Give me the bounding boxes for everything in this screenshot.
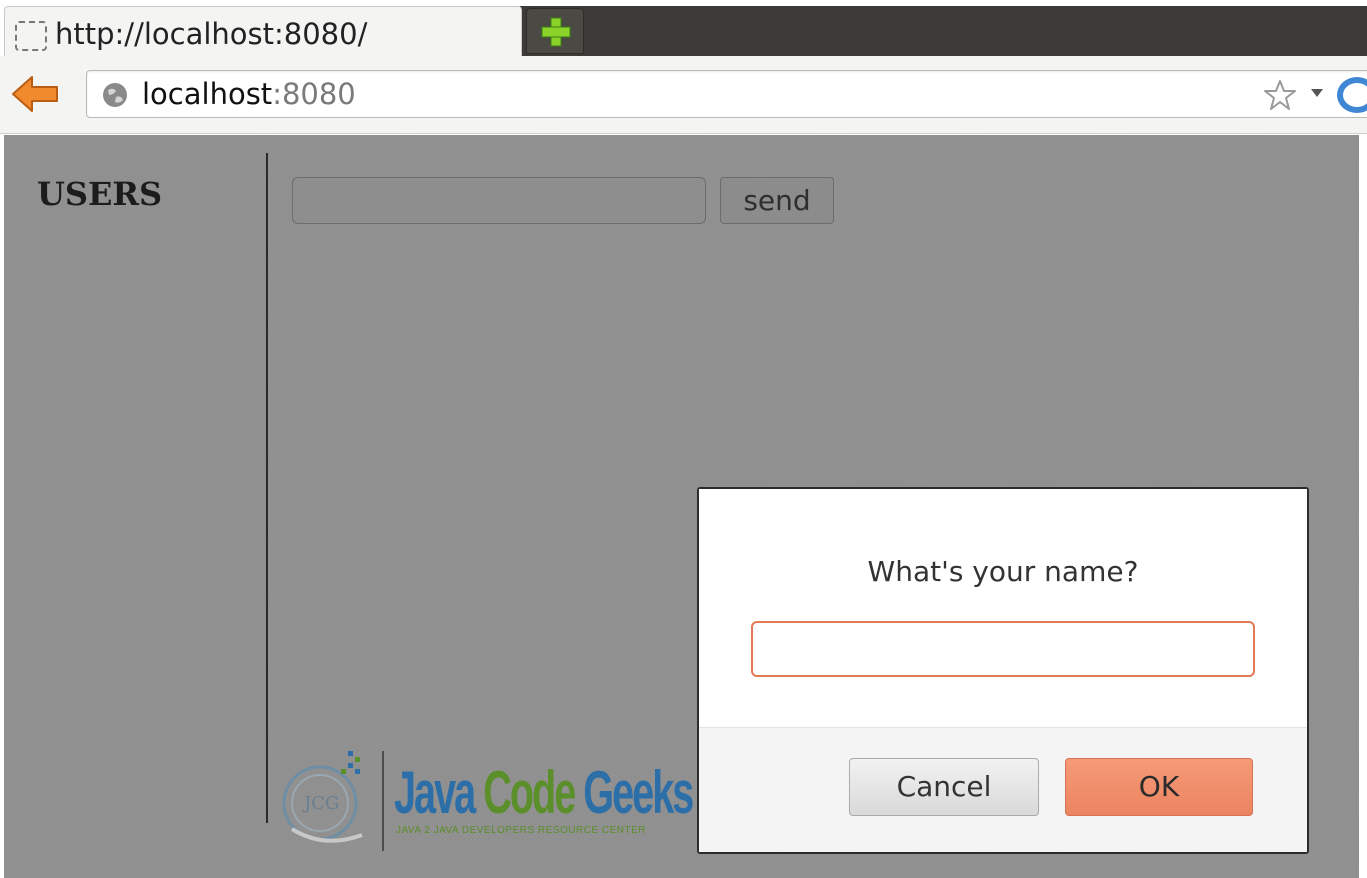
logo-emblem-icon: JCG xyxy=(282,751,363,843)
address-bar[interactable]: localhost:8080 xyxy=(86,70,1367,118)
dialog-footer: Cancel OK xyxy=(699,727,1307,852)
dialog-question: What's your name? xyxy=(867,555,1139,588)
logo-separator xyxy=(382,751,384,851)
name-prompt-dialog: What's your name? Cancel OK xyxy=(697,487,1309,854)
logo-word-java: Java xyxy=(394,759,476,826)
name-input[interactable] xyxy=(751,621,1255,677)
ok-button[interactable]: OK xyxy=(1065,758,1253,816)
globe-icon xyxy=(103,83,127,107)
send-button[interactable]: send xyxy=(720,177,834,224)
dialog-body: What's your name? xyxy=(699,489,1307,727)
browser-toolbar: localhost:8080 xyxy=(0,56,1367,134)
tab-strip: http://localhost:8080/ xyxy=(0,0,1367,56)
watermark-logo: JCG Java Code Geeks JAVA 2 JAVA DEVELOPE… xyxy=(274,735,694,855)
cancel-button[interactable]: Cancel xyxy=(849,758,1039,816)
new-tab-button[interactable] xyxy=(526,8,584,54)
bookmark-star-icon[interactable] xyxy=(1263,79,1297,111)
message-input[interactable] xyxy=(292,177,706,224)
svg-text:JCG: JCG xyxy=(302,793,339,814)
logo-wordmark: Java Code Geeks xyxy=(394,763,694,823)
dropdown-caret-icon[interactable] xyxy=(1309,87,1325,99)
new-tab-icon xyxy=(541,17,571,47)
tab-title: http://localhost:8080/ xyxy=(55,17,368,51)
browser-tab[interactable]: http://localhost:8080/ xyxy=(4,6,522,56)
logo-tagline: JAVA 2 JAVA DEVELOPERS RESOURCE CENTER xyxy=(396,825,646,836)
tab-strip-background xyxy=(520,6,1367,56)
sidebar-divider xyxy=(266,153,268,823)
page-icon xyxy=(15,21,47,51)
url-port: :8080 xyxy=(272,77,356,111)
chrome-menu-icon[interactable] xyxy=(1337,77,1367,113)
back-arrow-icon[interactable] xyxy=(10,74,60,114)
logo-word-code: Code xyxy=(483,759,576,826)
address-url: localhost:8080 xyxy=(142,77,356,111)
url-host: localhost xyxy=(142,77,273,111)
users-heading: USERS xyxy=(37,175,163,213)
logo-word-geeks: Geeks xyxy=(583,759,694,826)
